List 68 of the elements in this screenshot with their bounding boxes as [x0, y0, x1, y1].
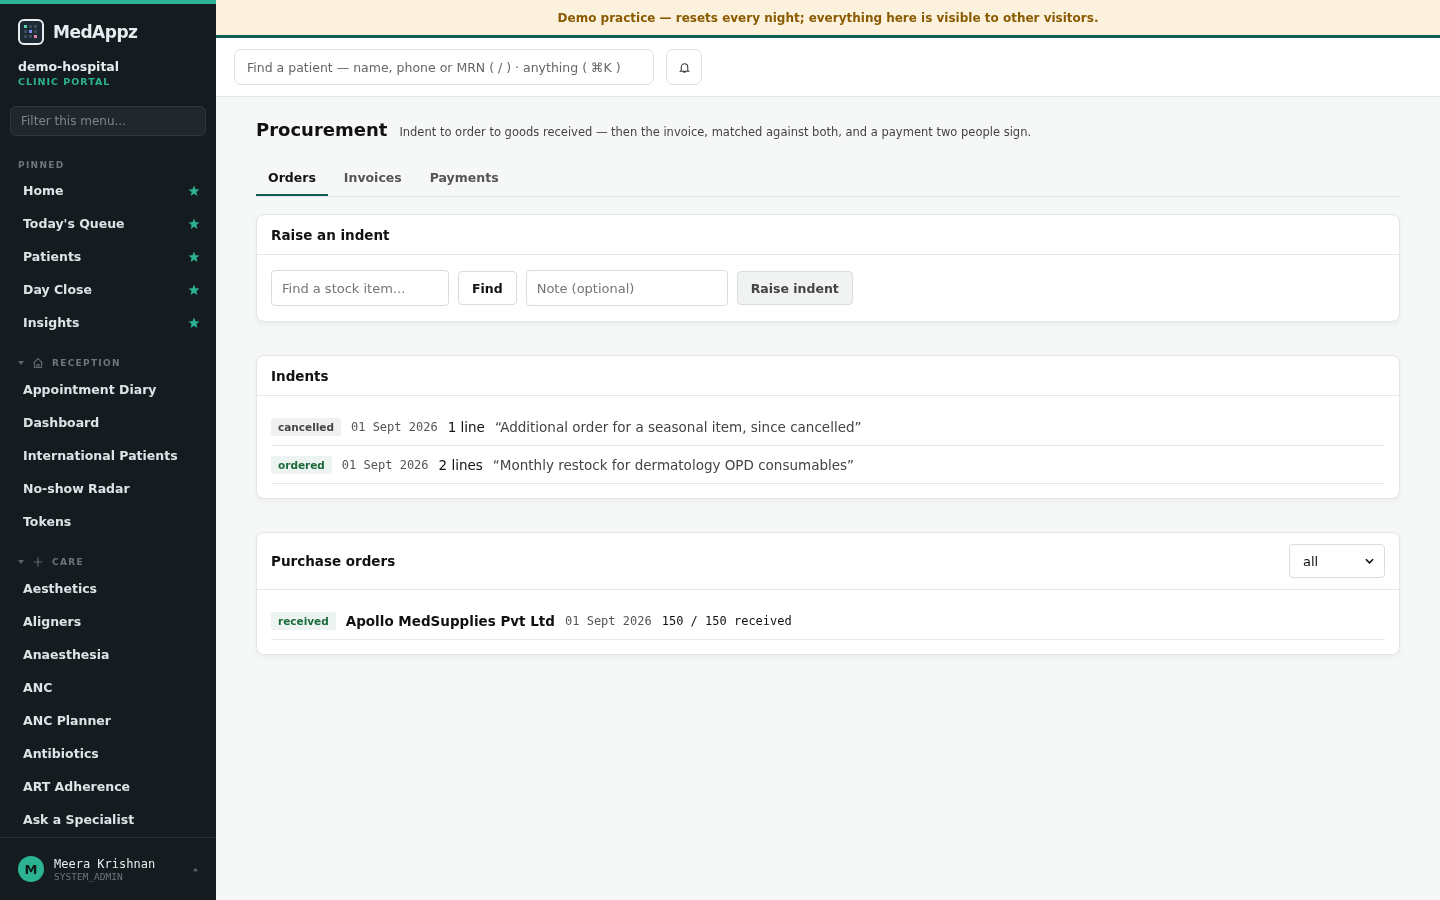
caret-icon[interactable]	[193, 866, 198, 872]
line-count: 2 lines	[438, 456, 483, 473]
sidebar-item[interactable]: Aligners	[0, 605, 216, 638]
status-badge: received	[271, 611, 336, 630]
star-icon[interactable]	[188, 250, 200, 263]
sidebar-item[interactable]: Aesthetics	[0, 572, 216, 605]
find-button[interactable]: Find	[458, 271, 517, 305]
sidebar-item[interactable]: Today's Queue	[0, 207, 216, 240]
line-count: 1 line	[447, 418, 485, 435]
tab[interactable]: Payments	[417, 162, 511, 196]
sidebar-item[interactable]: Day Close	[0, 273, 216, 306]
menu-filter-field[interactable]: Filter this menu...	[10, 106, 206, 136]
portal-label: CLINIC PORTAL	[17, 75, 112, 87]
card-title: Indents	[271, 367, 329, 384]
sidebar-item[interactable]: Dashboard	[0, 406, 216, 439]
plus-icon	[32, 556, 44, 568]
supplier-name: Apollo MedSupplies Pvt Ltd	[345, 612, 555, 629]
sidebar-item[interactable]: Appointment Diary	[0, 373, 216, 406]
caret-icon[interactable]	[18, 360, 24, 366]
sidebar-item[interactable]: ART Adherence	[0, 770, 216, 803]
sidebar-item[interactable]: Anaesthesia	[0, 638, 216, 671]
note-field[interactable]: Note (optional)	[525, 270, 728, 306]
banner-text: Demo practice — resets every night; everything here is visible to other visitors.	[557, 10, 1099, 25]
sidebar-item[interactable]: Tokens	[0, 505, 216, 538]
sidebar-item[interactable]: Patients	[0, 240, 216, 273]
page-title: Procurement	[256, 119, 388, 140]
indent-note: “Additional order for a seasonal item, since cancelled”	[494, 418, 862, 435]
user-avatar[interactable]: M	[18, 856, 44, 882]
order-date: 01 Sept 2026	[565, 613, 652, 628]
section-label: RECEPTION	[52, 358, 121, 368]
card-title: Purchase orders	[271, 553, 396, 569]
sidebar-item[interactable]: No-show Radar	[0, 472, 216, 505]
star-icon[interactable]	[188, 316, 200, 329]
stock-item-field[interactable]: Find a stock item...	[271, 270, 449, 306]
sidebar-item[interactable]: ANC	[0, 671, 216, 704]
caret-icon[interactable]	[18, 559, 24, 565]
brand-name: MedAppz	[53, 22, 138, 42]
status-filter-dropdown[interactable]: all	[1289, 544, 1385, 578]
section-label: CARE	[52, 557, 84, 567]
user-name: Meera Krishnan	[54, 856, 157, 871]
section-label: PINNED	[17, 159, 66, 172]
star-icon[interactable]	[188, 217, 200, 230]
sidebar-item[interactable]: Antibiotics	[0, 737, 216, 770]
status-badge: ordered	[271, 455, 332, 474]
tab[interactable]: Invoices	[331, 162, 414, 196]
sidebar-item[interactable]: Ask a Specialist	[0, 803, 216, 836]
star-icon[interactable]	[188, 184, 200, 197]
status-badge: cancelled	[271, 417, 341, 436]
notifications-button[interactable]	[666, 49, 702, 85]
logo-icon	[18, 19, 44, 45]
received-quantity: 150 / 150 received	[661, 613, 792, 628]
sidebar-item[interactable]: Home	[0, 174, 216, 207]
star-icon[interactable]	[188, 283, 200, 296]
indent-note: “Monthly restock for dermatology OPD consumables”	[492, 456, 855, 473]
organization-name: demo-hospital	[17, 58, 121, 74]
sidebar-item[interactable]: International Patients	[0, 439, 216, 472]
indent-date: 01 Sept 2026	[350, 419, 438, 434]
patient-search-field[interactable]: Find a patient — name, phone or MRN ( / ) · anything ( ⌘K )	[234, 49, 654, 85]
tab[interactable]: Orders	[256, 162, 328, 196]
house-icon	[32, 357, 44, 369]
sidebar-item[interactable]: Insights	[0, 306, 216, 339]
user-role: SYSTEM_ADMIN	[54, 870, 124, 882]
bell-icon	[677, 60, 691, 74]
page-subtitle: Indent to order to goods received — then the invoice, matched against both, and a payment two people sign.	[399, 125, 1032, 139]
indent-date: 01 Sept 2026	[341, 457, 429, 472]
card-title: Raise an indent	[271, 226, 390, 243]
sidebar-item[interactable]: ANC Planner	[0, 704, 216, 737]
chevron-down-icon	[1365, 558, 1374, 564]
